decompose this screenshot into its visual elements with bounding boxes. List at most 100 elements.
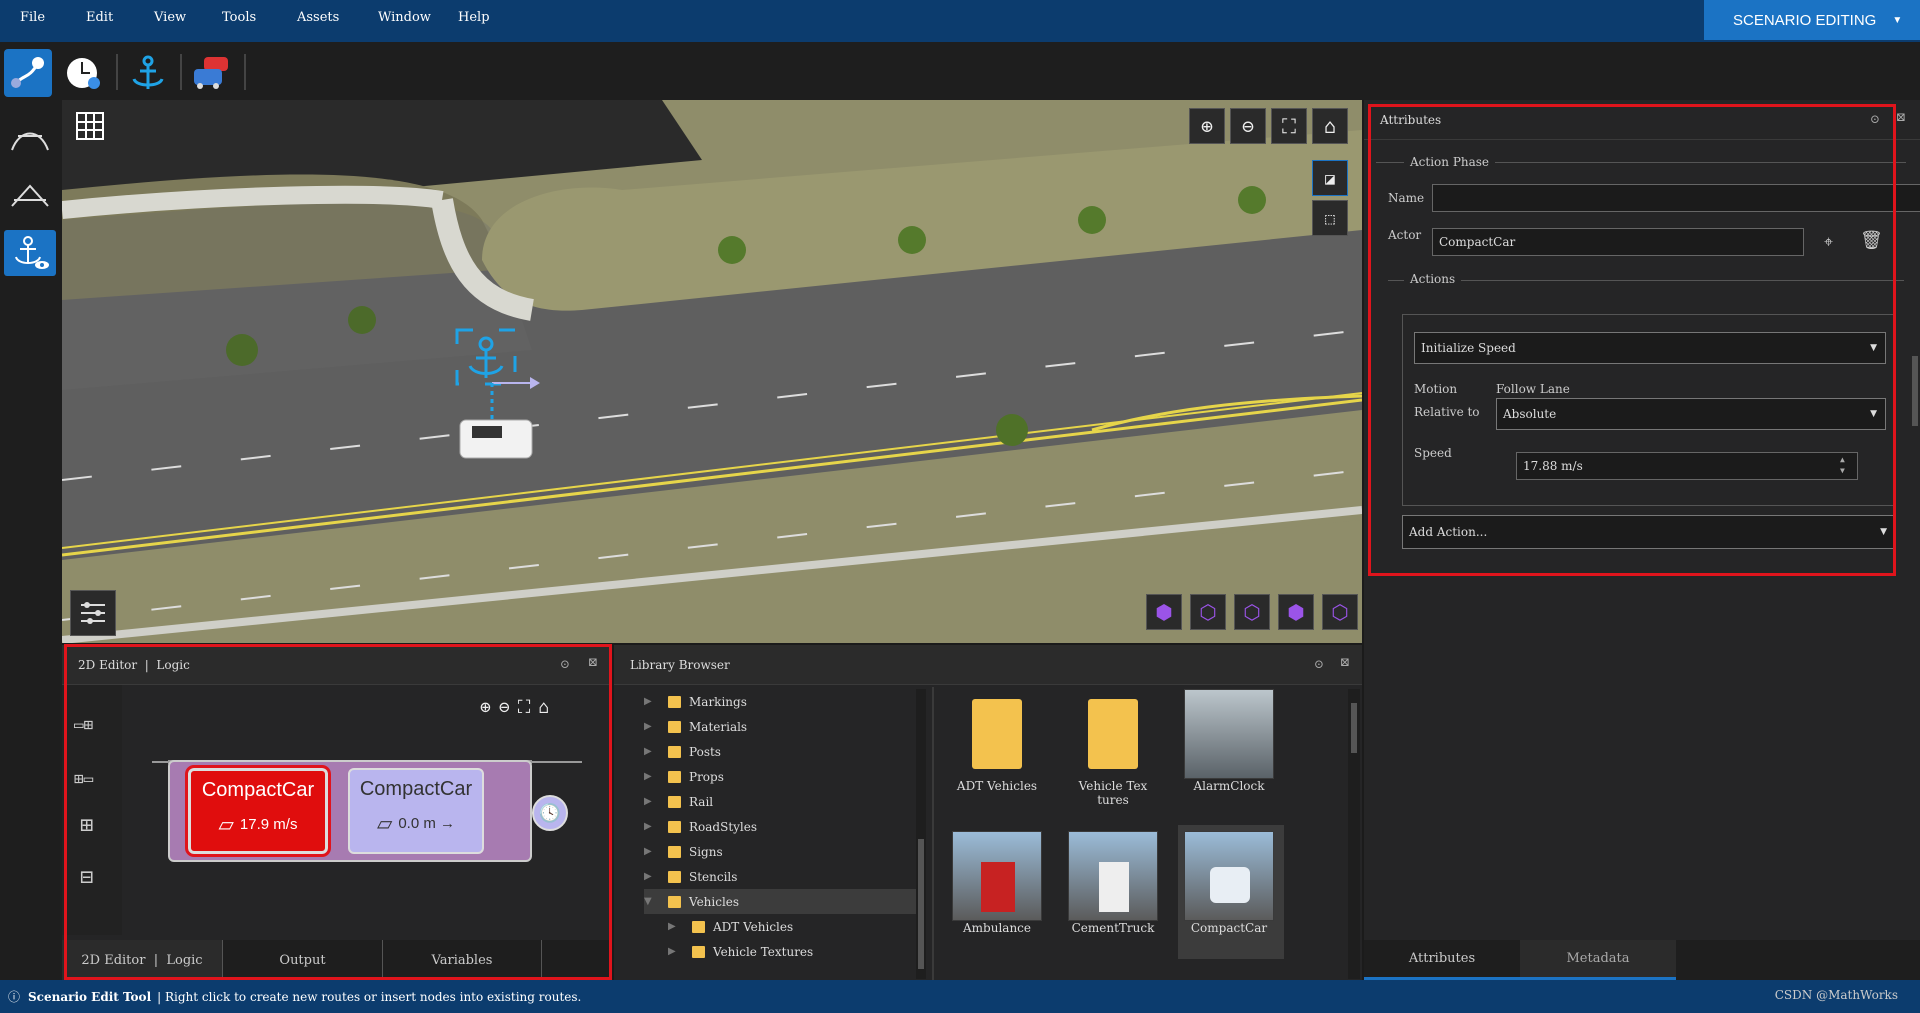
folder-icon [692,945,705,958]
home-icon[interactable]: ⌂ [538,697,549,718]
collapse-tree-icon[interactable]: ▼ [644,896,658,907]
zoom-out-button[interactable]: ⊖ [1230,108,1266,144]
tree-item-roadstyles[interactable]: ▶ RoadStyles [644,814,924,839]
scrollbar-thumb[interactable] [918,839,924,969]
scene-viewport[interactable]: ⊕ ⊖ ⛶ ⌂ ◪ ⬚ ⬢ ⬡ ⬡ ⬢ ⬡ [62,100,1362,643]
mode-selector[interactable]: SCENARIO EDITING ▼ [1704,0,1920,40]
close-icon[interactable]: ⊠ [588,655,598,669]
expand-icon[interactable]: ▶ [644,771,658,782]
home-view-button[interactable]: ⌂ [1312,108,1348,144]
delete-icon[interactable]: 🗑 [1860,230,1883,251]
library-item-ambulance[interactable]: Ambulance [952,831,1042,935]
anchor-view-button[interactable] [4,230,56,276]
library-item-adt-vehicles[interactable]: ADT Vehicles [952,689,1042,793]
add-after-icon[interactable]: ▭⊞ [74,715,93,734]
pick-actor-icon[interactable]: ⌖ [1824,232,1833,252]
top-view-button[interactable]: ◪ [1312,160,1348,196]
vehicles-button[interactable] [188,49,236,97]
spinner-arrows[interactable]: ▲ ▼ [1840,454,1845,476]
status-message: | Right click to create new routes or in… [157,989,582,1004]
add-below-icon[interactable]: ⊟ [80,865,93,890]
collapse-icon[interactable]: ⊙ [560,657,570,671]
collapse-icon[interactable]: ⊙ [1870,112,1880,126]
menu-view[interactable]: View [154,10,186,25]
end-trigger-node[interactable]: 🕓 [532,795,568,831]
phase-node-distance[interactable]: CompactCar ⏥ 0.0 m → [348,768,484,854]
tree-item-markings[interactable]: ▶ Markings [644,689,924,714]
menu-window[interactable]: Window [378,10,431,25]
expand-icon[interactable]: ▶ [644,871,658,882]
route-tool-button[interactable] [4,49,52,97]
watermark: CSDN @MathWorks [1774,988,1898,1002]
zoom-in-icon[interactable]: ⊕ [480,697,491,718]
relative-label: Relative to [1414,405,1480,419]
expand-icon[interactable]: ▶ [644,696,658,707]
tab-attributes[interactable]: Attributes [1364,940,1520,980]
tree-item-signs[interactable]: ▶ Signs [644,839,924,864]
polyline-tool-button[interactable] [4,172,56,218]
library-item-cementtruck[interactable]: CementTruck [1068,831,1158,935]
cube-view-icon: ⬢ [1155,600,1173,624]
cube-view-button[interactable]: ⬡ [1190,594,1226,630]
fit-view-button[interactable]: ⛶ [1271,108,1307,144]
close-icon[interactable]: ⊠ [1340,655,1350,669]
tree-item-materials[interactable]: ▶ Materials [644,714,924,739]
tree-item-props[interactable]: ▶ Props [644,764,924,789]
scrollbar-thumb[interactable] [1351,703,1357,753]
anchor-button[interactable] [124,49,172,97]
tree-item-vehicles[interactable]: ▼ Vehicles [644,889,924,914]
zoom-in-button[interactable]: ⊕ [1189,108,1225,144]
cube-view-button[interactable]: ⬡ [1322,594,1358,630]
tree-item-vehicle-textures[interactable]: ▶ Vehicle Textures [644,939,924,964]
add-above-icon[interactable]: ⊞ [80,813,93,838]
speed-field[interactable]: 17.88 m/s [1516,452,1858,480]
collapse-icon[interactable]: ⊙ [1314,657,1324,671]
menu-tools[interactable]: Tools [222,10,256,25]
tab-metadata[interactable]: Metadata [1520,940,1676,980]
grid-toggle[interactable] [72,108,108,144]
expand-icon[interactable]: ▶ [644,821,658,832]
item-label: CompactCar [1190,921,1268,935]
tab-variables[interactable]: Variables [382,940,542,980]
grid-scrollbar[interactable] [1348,689,1360,979]
time-trigger-button[interactable] [60,49,108,97]
menu-help[interactable]: Help [458,10,490,25]
expand-icon[interactable]: ▶ [668,921,682,932]
curve-tool-button[interactable] [4,116,56,162]
zoom-out-icon[interactable]: ⊖ [499,697,510,718]
attributes-scrollbar[interactable] [1912,356,1918,426]
expand-icon[interactable]: ▶ [644,796,658,807]
cube-view-button[interactable]: ⬢ [1278,594,1314,630]
library-item-compactcar[interactable]: CompactCar [1184,831,1274,935]
tree-item-adt-vehicles[interactable]: ▶ ADT Vehicles [644,914,924,939]
library-item-alarmclock[interactable]: AlarmClock [1184,689,1274,793]
tree-item-rail[interactable]: ▶ Rail [644,789,924,814]
action-type-select[interactable]: Initialize Speed ▼ [1414,332,1886,364]
relative-to-select[interactable]: Absolute ▼ [1496,398,1886,430]
fit-icon[interactable]: ⛶ [518,697,531,718]
add-action-select[interactable]: Add Action... ▼ [1402,515,1896,549]
perspective-view-button[interactable]: ⬚ [1312,200,1348,236]
phase-node-speed[interactable]: CompactCar ⏥ 17.9 m/s [185,765,331,857]
name-field[interactable] [1432,184,1920,212]
cube-view-button[interactable]: ⬡ [1234,594,1270,630]
tree-item-stencils[interactable]: ▶ Stencils [644,864,924,889]
cube-view-button[interactable]: ⬢ [1146,594,1182,630]
close-icon[interactable]: ⊠ [1896,110,1906,124]
menu-file[interactable]: File [20,10,45,25]
tree-scrollbar[interactable] [916,689,926,979]
view-settings-button[interactable] [70,590,116,636]
library-item-vehicle-textures[interactable]: Vehicle Tex tures [1068,689,1158,807]
tab-2d-editor-logic[interactable]: 2D Editor | Logic [62,940,222,980]
actor-field[interactable]: CompactCar [1432,228,1804,256]
item-label: Ambulance [963,921,1031,935]
menu-assets[interactable]: Assets [297,10,339,25]
expand-icon[interactable]: ▶ [668,946,682,957]
expand-icon[interactable]: ▶ [644,721,658,732]
tab-output[interactable]: Output [222,940,382,980]
expand-icon[interactable]: ▶ [644,746,658,757]
expand-icon[interactable]: ▶ [644,846,658,857]
menu-edit[interactable]: Edit [86,10,113,25]
tree-item-posts[interactable]: ▶ Posts [644,739,924,764]
add-before-icon[interactable]: ⊞▭ [74,769,93,788]
